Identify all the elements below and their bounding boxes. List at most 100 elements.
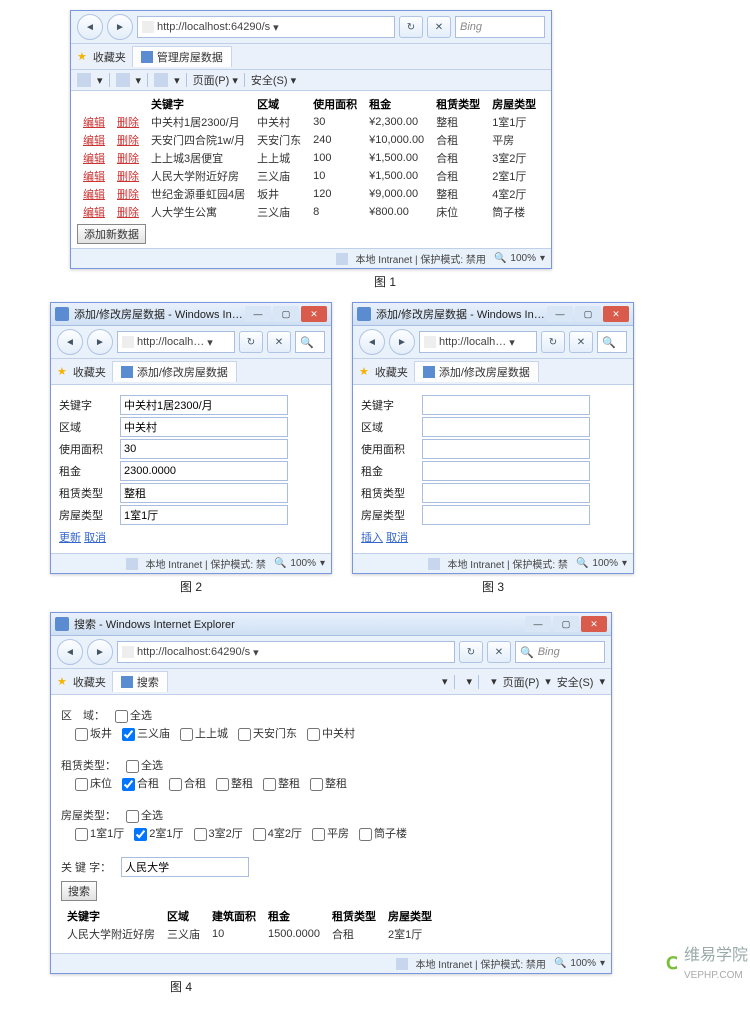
delete-link[interactable]: 删除 — [117, 153, 139, 165]
input-kw[interactable] — [120, 395, 288, 415]
input-type[interactable] — [120, 505, 288, 525]
back-button[interactable]: ◄ — [57, 329, 83, 355]
checkbox-合租[interactable]: 合租 — [169, 775, 206, 791]
checkbox-中关村[interactable]: 中关村 — [307, 725, 355, 741]
favorites-label[interactable]: 收藏夹 — [73, 364, 106, 380]
dd3[interactable]: ▾ — [174, 74, 180, 87]
checkbox-整租[interactable]: 整租 — [216, 775, 253, 791]
delete-link[interactable]: 删除 — [117, 207, 139, 219]
update-link[interactable]: 更新 — [59, 532, 81, 544]
lease-all[interactable]: 全选 — [126, 757, 163, 773]
search-box[interactable]: Bing — [455, 16, 545, 38]
input-rent[interactable] — [120, 461, 288, 481]
favorites-icon[interactable]: ★ — [57, 365, 67, 378]
checkbox-1室1厅[interactable]: 1室1厅 — [75, 825, 124, 841]
checkbox-整租[interactable]: 整租 — [310, 775, 347, 791]
dd1[interactable]: ▾ — [97, 74, 103, 87]
input-size[interactable] — [120, 439, 288, 459]
checkbox-三义庙[interactable]: 三义庙 — [122, 725, 170, 741]
stop-button[interactable]: ✕ — [487, 641, 511, 663]
search-box[interactable]: 🔍 — [295, 331, 325, 353]
mail-icon[interactable] — [154, 73, 168, 87]
favorites-label[interactable]: 收藏夹 — [375, 364, 408, 380]
edit-link[interactable]: 编辑 — [83, 135, 105, 147]
delete-link[interactable]: 删除 — [117, 117, 139, 129]
edit-link[interactable]: 编辑 — [83, 153, 105, 165]
checkbox-整租[interactable]: 整租 — [263, 775, 300, 791]
search-button[interactable]: 搜索 — [61, 881, 97, 901]
stop-button[interactable]: ✕ — [427, 16, 451, 38]
zoom-control[interactable]: 🔍 100% ▾ — [274, 558, 325, 569]
input-area[interactable] — [120, 417, 288, 437]
maximize-button[interactable]: ▢ — [553, 616, 579, 632]
delete-link[interactable]: 删除 — [117, 171, 139, 183]
forward-button[interactable]: ► — [389, 329, 415, 355]
close-button[interactable]: ✕ — [603, 306, 629, 322]
favorites-label[interactable]: 收藏夹 — [73, 674, 106, 690]
dropdown-icon[interactable]: ▾ — [273, 21, 279, 34]
close-button[interactable]: ✕ — [301, 306, 327, 322]
checkbox-3室2厅[interactable]: 3室2厅 — [194, 825, 243, 841]
page-menu[interactable]: 页面(P) ▾ — [193, 72, 238, 88]
address-bar[interactable]: http://localh… ▾ — [419, 331, 537, 353]
tab-edit[interactable]: 添加/修改房屋数据 — [112, 361, 237, 382]
delete-link[interactable]: 删除 — [117, 135, 139, 147]
cancel-link[interactable]: 取消 — [386, 532, 408, 544]
zoom-control[interactable]: 🔍 100% ▾ — [576, 558, 627, 569]
dd2[interactable]: ▾ — [136, 74, 142, 87]
edit-link[interactable]: 编辑 — [83, 171, 105, 183]
refresh-button[interactable]: ↻ — [239, 331, 263, 353]
address-bar[interactable]: http://localh… ▾ — [117, 331, 235, 353]
zoom-control[interactable]: 🔍 100% ▾ — [554, 958, 605, 969]
edit-link[interactable]: 编辑 — [83, 207, 105, 219]
checkbox-4室2厅[interactable]: 4室2厅 — [253, 825, 302, 841]
maximize-button[interactable]: ▢ — [273, 306, 299, 322]
favorites-label[interactable]: 收藏夹 — [93, 49, 126, 65]
minimize-button[interactable]: — — [525, 616, 551, 632]
input-lease[interactable] — [120, 483, 288, 503]
close-button[interactable]: ✕ — [581, 616, 607, 632]
type-all[interactable]: 全选 — [126, 807, 163, 823]
safe-menu[interactable]: 安全(S) — [557, 674, 594, 690]
page-menu[interactable]: 页面(P) — [503, 674, 540, 690]
edit-link[interactable]: 编辑 — [83, 189, 105, 201]
insert-link[interactable]: 插入 — [361, 532, 383, 544]
forward-button[interactable]: ► — [107, 14, 133, 40]
search-box[interactable]: 🔍Bing — [515, 641, 605, 663]
forward-button[interactable]: ► — [87, 639, 113, 665]
input-kw[interactable] — [422, 395, 590, 415]
keyword-input[interactable] — [121, 857, 249, 877]
cancel-link[interactable]: 取消 — [84, 532, 106, 544]
address-bar[interactable]: http://localhost:64290/s ▾ — [137, 16, 395, 38]
safe-menu[interactable]: 安全(S) ▾ — [251, 72, 296, 88]
add-new-button[interactable]: 添加新数据 — [77, 224, 146, 244]
back-button[interactable]: ◄ — [57, 639, 83, 665]
search-box[interactable]: 🔍 — [597, 331, 627, 353]
tab-search[interactable]: 搜索 — [112, 671, 168, 692]
back-button[interactable]: ◄ — [359, 329, 385, 355]
input-area[interactable] — [422, 417, 590, 437]
input-type[interactable] — [422, 505, 590, 525]
refresh-button[interactable]: ↻ — [459, 641, 483, 663]
checkbox-天安门东[interactable]: 天安门东 — [238, 725, 297, 741]
favorites-icon[interactable]: ★ — [359, 365, 369, 378]
favorites-icon[interactable]: ★ — [77, 50, 87, 63]
minimize-button[interactable]: — — [547, 306, 573, 322]
checkbox-2室1厅[interactable]: 2室1厅 — [134, 825, 183, 841]
input-size[interactable] — [422, 439, 590, 459]
checkbox-上上城[interactable]: 上上城 — [180, 725, 228, 741]
stop-button[interactable]: ✕ — [569, 331, 593, 353]
tab-manage[interactable]: 管理房屋数据 — [132, 46, 232, 67]
maximize-button[interactable]: ▢ — [575, 306, 601, 322]
checkbox-筒子楼[interactable]: 筒子楼 — [359, 825, 407, 841]
refresh-button[interactable]: ↻ — [541, 331, 565, 353]
delete-link[interactable]: 删除 — [117, 189, 139, 201]
forward-button[interactable]: ► — [87, 329, 113, 355]
zoom-control[interactable]: 🔍100% ▾ — [494, 253, 545, 264]
checkbox-平房[interactable]: 平房 — [312, 825, 349, 841]
address-bar[interactable]: http://localhost:64290/s ▾ — [117, 641, 455, 663]
home-icon[interactable] — [77, 73, 91, 87]
minimize-button[interactable]: — — [245, 306, 271, 322]
checkbox-床位[interactable]: 床位 — [75, 775, 112, 791]
tab-edit[interactable]: 添加/修改房屋数据 — [414, 361, 539, 382]
